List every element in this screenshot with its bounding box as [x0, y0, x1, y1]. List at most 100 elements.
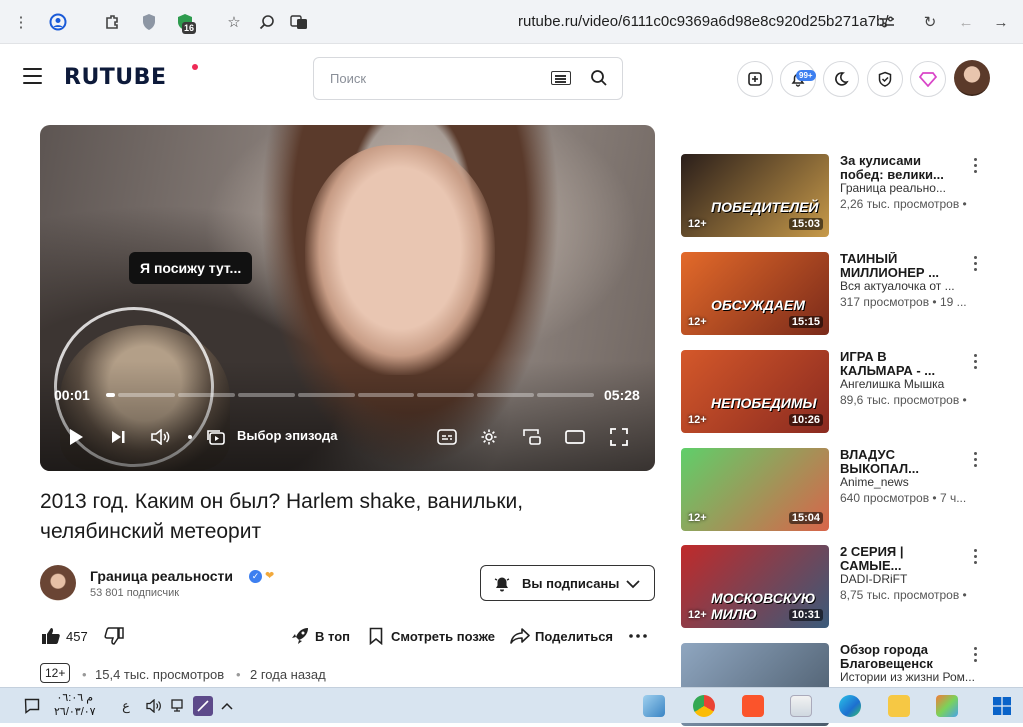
windows-start-icon[interactable] [992, 696, 1012, 716]
rocket-icon[interactable] [290, 627, 310, 645]
recommendation-card[interactable]: 12+ 15:04 ВЛАДУС ВЫКОПАЛ... Anime_news 640 пр… [681, 448, 1023, 532]
rutube-logo[interactable]: RUTUBE [64, 65, 166, 90]
more-options-icon[interactable] [972, 647, 978, 665]
recommendation-channel[interactable]: DADI-DRiFT [840, 572, 907, 586]
shield-extension-icon[interactable] [138, 11, 160, 33]
back-arrow-icon[interactable]: ← [955, 11, 977, 33]
recommendation-thumbnail[interactable]: ОБСУЖДАЕМ 12+ 15:15 [681, 252, 829, 335]
settings-button[interactable] [479, 427, 499, 447]
dislike-icon[interactable] [104, 627, 124, 645]
more-options-icon[interactable] [972, 549, 978, 567]
subscribe-button[interactable]: Вы подписаны [480, 565, 655, 601]
pip-button[interactable] [522, 427, 542, 447]
share-icon[interactable] [510, 628, 530, 644]
taskbar-clock[interactable]: م ٠٦:٠٦ ٢٦/٠٣/٠٧ [54, 691, 96, 719]
video-frame-face [305, 145, 495, 375]
translate-icon[interactable] [288, 11, 310, 33]
address-bar-url[interactable]: rutube.ru/video/6111c0c9369a6d98e8c920d2… [518, 13, 889, 30]
subscribe-label: Вы подписаны [522, 576, 620, 591]
recommendation-meta: 8,75 тыс. просмотров • [840, 588, 967, 602]
recommendation-card[interactable]: НЕПОБЕДИМЫ 12+ 10:26 ИГРА В КАЛЬМАРА - ... Ан… [681, 350, 1023, 434]
recommendation-meta: 640 просмотров • 7 ч... [840, 491, 967, 505]
forward-arrow-icon[interactable]: → [990, 11, 1012, 33]
site-settings-icon[interactable] [876, 11, 898, 33]
browser-toolbar: ⋮ 16 ☆ rutube.ru/video/6111c0c9369a6d98e… [0, 0, 1023, 44]
more-options-icon[interactable] [972, 452, 978, 470]
browser-menu-icon[interactable]: ⋮ [10, 11, 32, 33]
keyboard-icon[interactable] [551, 71, 571, 85]
more-options-icon[interactable] [972, 256, 978, 274]
menu-icon[interactable] [23, 68, 42, 84]
meta-dot: • [236, 667, 241, 682]
recommendation-channel[interactable]: Вся актуалочка от ... [840, 279, 955, 293]
search-input[interactable]: Поиск [330, 71, 366, 86]
speaker-icon[interactable] [144, 696, 164, 716]
thumbnail-age-rating: 12+ [688, 512, 707, 524]
theater-mode-button[interactable] [565, 427, 585, 447]
taskbar-time: م ٠٦:٠٦ [56, 692, 94, 704]
meta-dot: • [82, 667, 87, 682]
pen-app-icon[interactable] [193, 696, 213, 716]
watch-later-label[interactable]: Смотреть позже [391, 629, 495, 644]
zoom-icon[interactable] [256, 11, 278, 33]
like-icon[interactable] [41, 627, 61, 645]
recommendation-channel[interactable]: Anime_news [840, 475, 909, 489]
store-icon[interactable] [790, 695, 812, 717]
brave-icon[interactable] [742, 695, 764, 717]
next-button[interactable] [108, 427, 128, 447]
bookmark-icon[interactable] [369, 627, 383, 645]
more-options-icon[interactable] [972, 158, 978, 176]
thumbnail-overlay-text: ОБСУЖДАЕМ [711, 297, 805, 313]
user-avatar[interactable] [954, 60, 990, 96]
bookmark-star-icon[interactable]: ☆ [223, 11, 245, 33]
network-icon[interactable] [169, 696, 189, 716]
site-header: RUTUBE Поиск 99+ [0, 45, 1023, 111]
subtitles-button[interactable] [437, 427, 457, 447]
channel-name[interactable]: Граница реальности [90, 568, 233, 584]
search-box[interactable]: Поиск [313, 57, 623, 100]
theme-toggle-button[interactable] [823, 61, 859, 97]
files-app-icon[interactable] [643, 695, 665, 717]
recommendation-card[interactable]: МОСКОВСКУЮ МИЛЮ 12+ 10:31 2 СЕРИЯ | САМЫЕ...… [681, 545, 1023, 629]
language-indicator[interactable]: ع [116, 696, 136, 716]
chevron-up-icon[interactable] [217, 696, 237, 716]
recommendation-thumbnail[interactable]: МОСКОВСКУЮ МИЛЮ 12+ 10:31 [681, 545, 829, 628]
video-player[interactable]: Я посижу тут... 00:01 05:28 Выбор эпизод… [40, 125, 655, 471]
recommendation-channel[interactable]: Граница реально... [840, 181, 946, 195]
channel-avatar[interactable] [40, 565, 76, 601]
chat-icon[interactable] [22, 696, 42, 716]
file-explorer-icon[interactable] [888, 695, 910, 717]
photos-app-icon[interactable] [936, 695, 958, 717]
chrome-icon[interactable] [693, 695, 715, 717]
episode-selector-label[interactable]: Выбор эпизода [237, 428, 337, 443]
play-button[interactable] [66, 427, 86, 447]
share-label[interactable]: Поделиться [535, 629, 613, 644]
episodes-button[interactable] [206, 427, 226, 447]
fullscreen-icon [610, 428, 628, 446]
more-options-icon[interactable] [972, 354, 978, 372]
fullscreen-button[interactable] [609, 427, 629, 447]
reload-icon[interactable]: ↻ [919, 11, 941, 33]
recommendation-channel[interactable]: Ангелишка Мышка [840, 377, 944, 391]
protection-button[interactable] [867, 61, 903, 97]
upload-button[interactable] [737, 61, 773, 97]
progress-bar[interactable] [106, 393, 594, 397]
recommendation-thumbnail[interactable]: ПОБЕДИТЕЛЕЙ 12+ 15:03 [681, 154, 829, 237]
play-icon [70, 429, 83, 445]
recommendation-thumbnail[interactable]: НЕПОБЕДИМЫ 12+ 10:26 [681, 350, 829, 433]
recommendation-meta: 2,26 тыс. просмотров • [840, 197, 967, 211]
recommendation-thumbnail[interactable]: 12+ 15:04 [681, 448, 829, 531]
recommendation-meta: 89,6 тыс. просмотров • [840, 393, 967, 407]
more-options-icon[interactable] [629, 634, 647, 638]
heart-badge-icon: ❤ [265, 570, 275, 582]
profile-icon[interactable] [47, 11, 69, 33]
volume-button[interactable] [151, 427, 171, 447]
recommendation-card[interactable]: ОБСУЖДАЕМ 12+ 15:15 ТАИНЫЙ МИЛЛИОНЕР ... Вся … [681, 252, 1023, 336]
search-icon[interactable] [590, 69, 608, 87]
boost-label[interactable]: В топ [315, 629, 350, 644]
premium-button[interactable] [910, 61, 946, 97]
recommendation-channel[interactable]: Истории из жизни Ром... [840, 670, 975, 684]
recommendation-card[interactable]: ПОБЕДИТЕЛЕЙ 12+ 15:03 За кулисами побед: вел… [681, 154, 1023, 238]
extensions-icon[interactable] [101, 11, 123, 33]
edge-icon[interactable] [839, 695, 861, 717]
